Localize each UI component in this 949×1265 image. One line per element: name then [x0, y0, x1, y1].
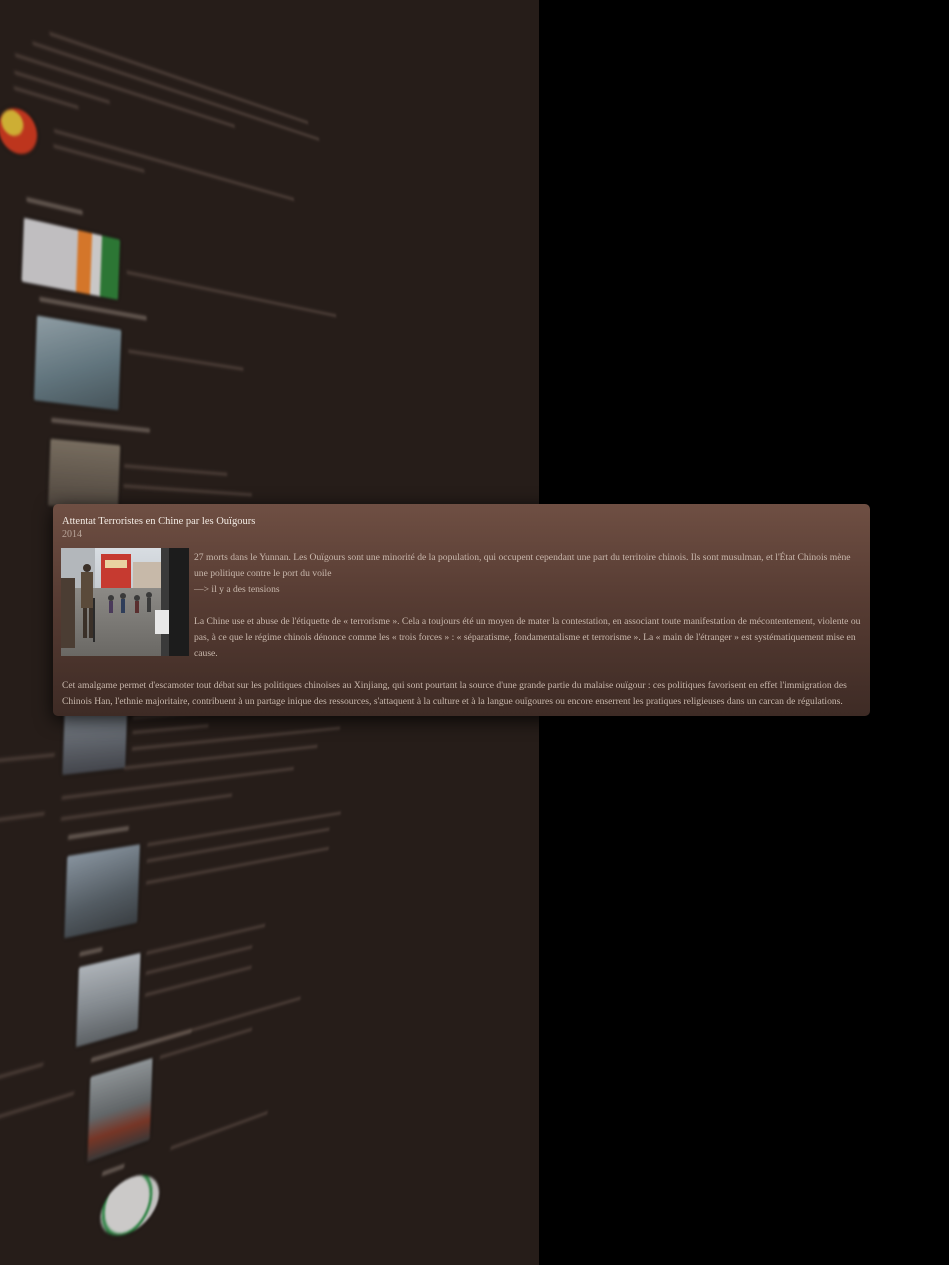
protest-square-photo	[76, 952, 141, 1048]
description-paragraph: 27 morts dans le Yunnan. Les Ouïgours so…	[194, 550, 862, 598]
ship-photo	[87, 1057, 153, 1163]
bg-text-line	[14, 70, 111, 105]
bg-text-line	[170, 1110, 268, 1151]
event-detail-card[interactable]: Attentat Terroristes en Chine par les Ou…	[53, 504, 870, 716]
bg-text-line	[128, 349, 244, 371]
timeline-view: Attentat Terroristes en Chine par les Ou…	[0, 0, 949, 1265]
event-photo[interactable]	[61, 548, 189, 656]
yin-yang-icon	[0, 103, 38, 159]
bg-text-line	[0, 1062, 44, 1086]
india-flag-icon	[21, 217, 121, 300]
street-scene-image	[61, 548, 189, 656]
bg-text-line	[123, 464, 228, 477]
city-aerial-photo	[64, 844, 140, 939]
bg-event-title	[79, 946, 103, 957]
crowd-photo	[48, 438, 121, 510]
bg-text-line	[14, 52, 236, 129]
bg-text-line	[146, 827, 330, 863]
bg-text-line	[61, 766, 295, 800]
bg-text-line	[126, 270, 337, 318]
bg-text-line	[145, 846, 330, 885]
bg-event-title	[39, 296, 147, 321]
description-paragraph: Cet amalgame permet d'escamoter tout déb…	[62, 680, 847, 707]
bg-text-line	[60, 793, 233, 821]
description-paragraph: La Chine use et abuse de l'étiquette de …	[194, 616, 861, 659]
bg-event-title	[51, 417, 151, 433]
bg-text-line	[123, 484, 253, 497]
event-description: 27 morts dans le Yunnan. Les Ouïgours so…	[194, 550, 862, 678]
event-title: Attentat Terroristes en Chine par les Ou…	[62, 516, 256, 527]
bg-event-title	[26, 196, 83, 216]
bg-event-title	[101, 1163, 125, 1177]
bg-text-line	[132, 723, 209, 735]
world-map-icon	[99, 1166, 161, 1246]
bg-text-line	[159, 1027, 253, 1060]
event-year: 2014	[62, 529, 82, 540]
bg-text-line	[146, 923, 266, 956]
carrier-photo	[33, 315, 122, 411]
bg-text-line	[0, 1091, 75, 1127]
bg-event-title	[67, 825, 130, 840]
description-text: 27 morts dans le Yunnan. Les Ouïgours so…	[194, 552, 851, 579]
description-text: —> il y a des tensions	[194, 584, 280, 595]
bg-text-line	[53, 128, 295, 202]
bg-text-line	[53, 143, 145, 173]
bg-text-line	[0, 811, 45, 824]
bg-text-line	[0, 752, 56, 764]
